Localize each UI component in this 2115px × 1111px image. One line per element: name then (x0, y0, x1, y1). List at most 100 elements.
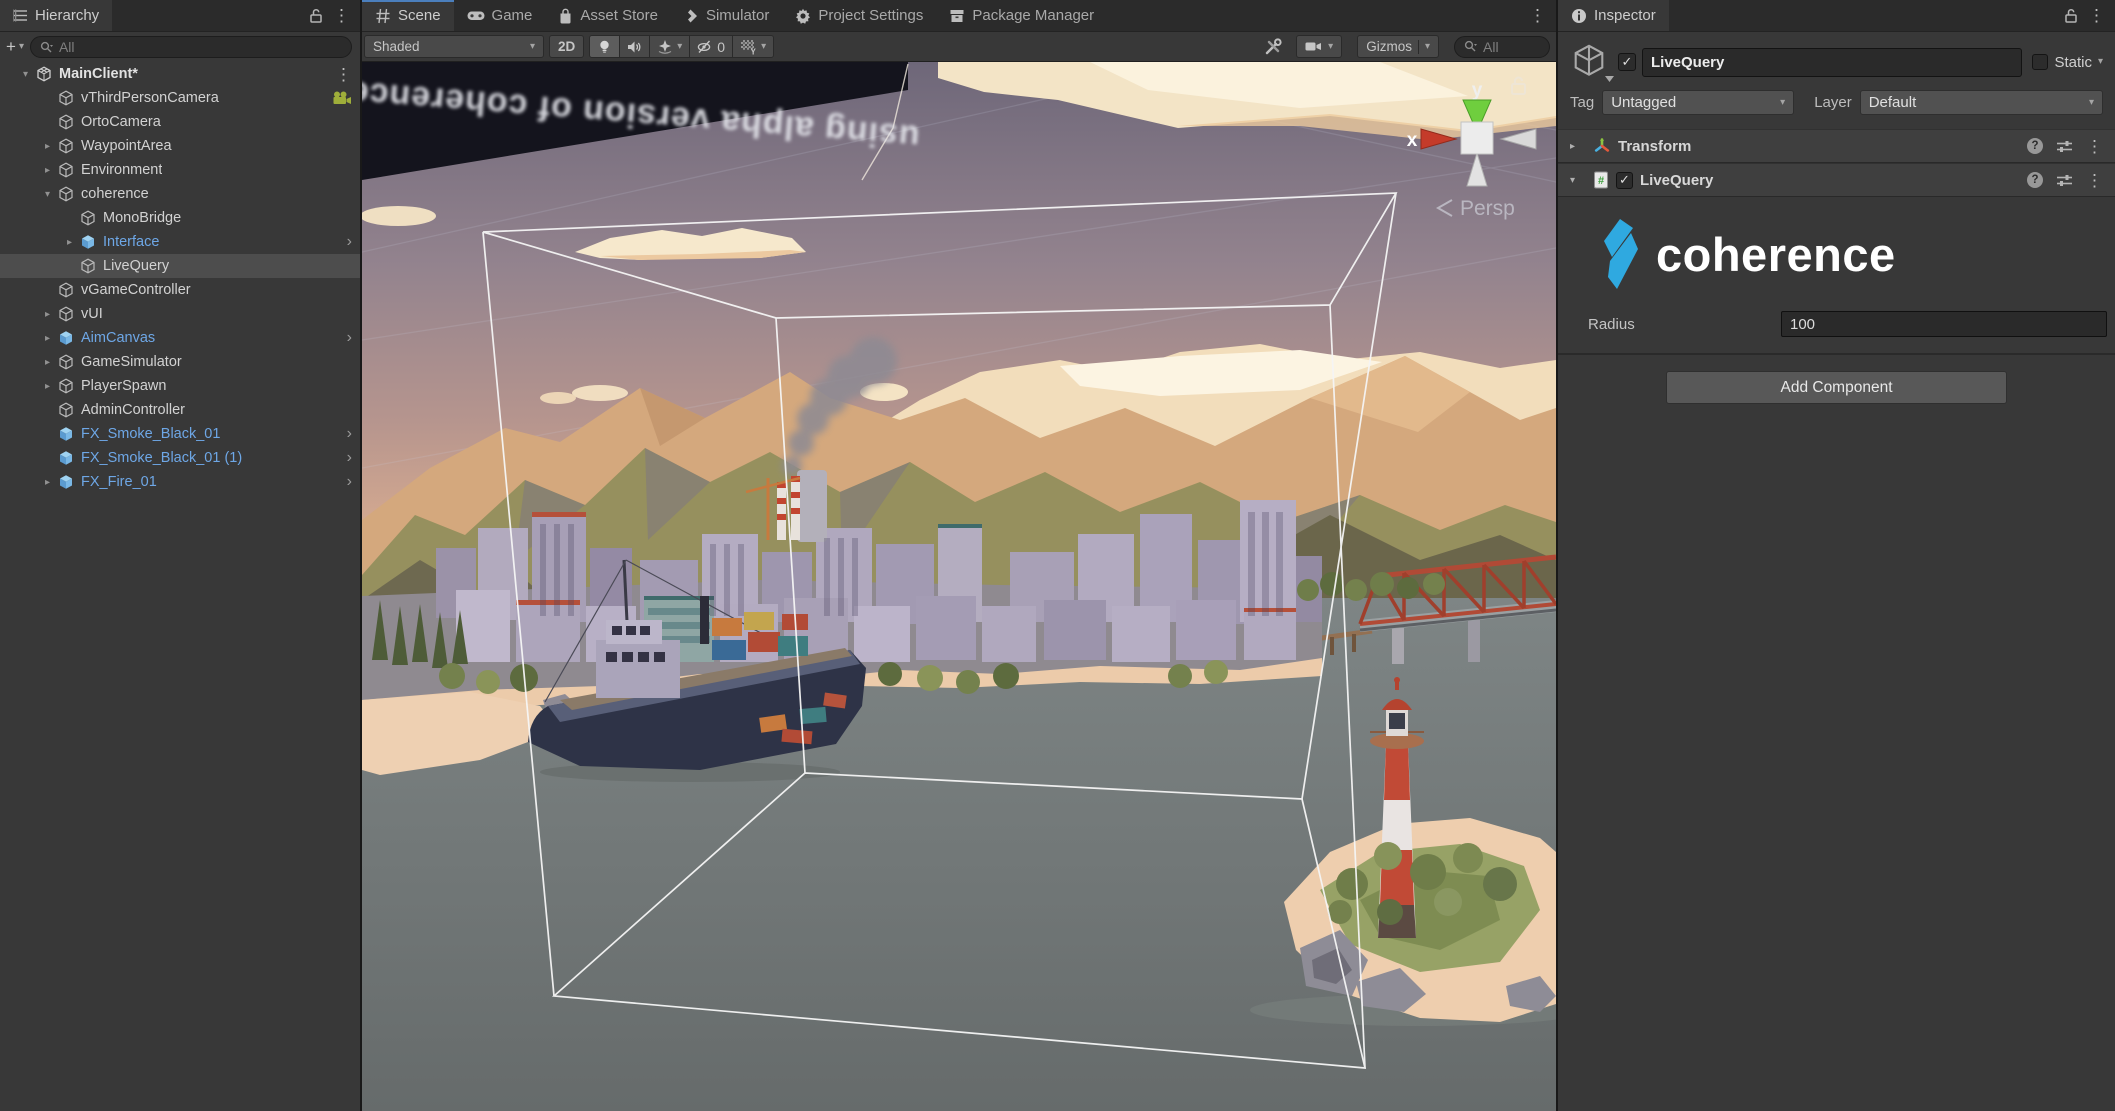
tab-project-settings[interactable]: Project Settings (782, 0, 936, 31)
scene-search-input[interactable]: All (1454, 36, 1550, 58)
component-menu-icon[interactable]: ⋮ (2086, 172, 2103, 189)
tab-label: Scene (398, 7, 441, 24)
radius-field[interactable]: 100 (1781, 311, 2107, 337)
prefab-open-chevron[interactable]: › (347, 449, 352, 467)
hierarchy-item-admincontroller[interactable]: AdminController (0, 398, 360, 422)
2d-toggle-button[interactable]: 2D (549, 35, 584, 58)
item-label: vUI (81, 306, 103, 322)
tab-hierarchy[interactable]: Hierarchy (0, 0, 112, 31)
effects-dropdown[interactable]: ▾ (650, 36, 690, 57)
tab-game[interactable]: Game (454, 0, 546, 31)
scene-viewport[interactable]: y x Persp using (362, 62, 1556, 1111)
hierarchy-item-fx-smoke-black-01[interactable]: FX_Smoke_Black_01› (0, 422, 360, 446)
hierarchy-item-vgamecontroller[interactable]: vGameController (0, 278, 360, 302)
hierarchy-item-fx-fire-01[interactable]: ▸FX_Fire_01› (0, 470, 360, 494)
help-icon[interactable]: ? (2027, 138, 2043, 154)
expander-arrow[interactable]: ▸ (38, 309, 57, 320)
expander-arrow[interactable]: ▾ (1570, 175, 1586, 186)
tab-simulator[interactable]: Simulator (671, 0, 782, 31)
item-label: OrtoCamera (81, 114, 161, 130)
hierarchy-item-monobridge[interactable]: MonoBridge (0, 206, 360, 230)
component-enabled-checkbox[interactable]: ✓ (1616, 172, 1633, 189)
hierarchy-item-mainclient[interactable]: ▾MainClient*⋮ (0, 62, 360, 86)
component-header-livequery[interactable]: ▾#✓LiveQuery?⋮ (1558, 163, 2115, 197)
help-icon[interactable]: ? (2027, 172, 2043, 188)
tab-scene[interactable]: Scene (362, 0, 454, 31)
draw-mode-dropdown[interactable]: Shaded ▾ (364, 35, 544, 58)
create-object-button[interactable]: + ▾ (6, 37, 24, 57)
hierarchy-item-vui[interactable]: ▸ vUI (0, 302, 360, 326)
lock-open-icon[interactable] (2064, 8, 2078, 24)
draw-mode-label: Shaded (373, 39, 420, 54)
hierarchy-item-environment[interactable]: ▸ Environment (0, 158, 360, 182)
hierarchy-menu-icon[interactable]: ⋮ (333, 7, 350, 24)
inspector-menu-icon[interactable]: ⋮ (2088, 7, 2105, 24)
expander-arrow[interactable]: ▸ (60, 237, 79, 248)
scene-area: Scene GameAsset Store Simulator Project Set… (362, 0, 1556, 1111)
hierarchy-toolbar: + ▾ All (0, 32, 360, 62)
tab-label: Project Settings (818, 7, 923, 24)
chevron-down-icon[interactable]: ▾ (2098, 57, 2103, 67)
lighting-toggle[interactable] (590, 36, 620, 57)
scene-camera-dropdown[interactable]: ▾ (1296, 35, 1342, 58)
tab-asset-store[interactable]: Asset Store (545, 0, 671, 31)
expander-arrow[interactable]: ▸ (38, 357, 57, 368)
expander-arrow[interactable]: ▾ (38, 189, 57, 200)
item-label: coherence (81, 186, 149, 202)
presets-icon[interactable] (2056, 173, 2073, 188)
component-menu-icon[interactable]: ⋮ (2086, 138, 2103, 155)
item-label: Environment (81, 162, 162, 178)
hierarchy-search-input[interactable]: All (30, 36, 352, 58)
expander-arrow[interactable]: ▸ (38, 381, 57, 392)
package-icon (949, 8, 965, 23)
hierarchy-item-interface[interactable]: ▸Interface› (0, 230, 360, 254)
tab-label: Simulator (706, 7, 769, 24)
scene-tools-icon[interactable] (1263, 38, 1283, 56)
expander-arrow[interactable]: ▸ (38, 141, 57, 152)
layer-dropdown[interactable]: Default ▾ (1860, 90, 2103, 115)
hierarchy-item-fx-smoke-black-01-1[interactable]: FX_Smoke_Black_01 (1)› (0, 446, 360, 470)
static-checkbox[interactable] (2032, 54, 2048, 70)
hierarchy-item-waypointarea[interactable]: ▸WaypointArea (0, 134, 360, 158)
gameobject-icon[interactable] (1570, 42, 1612, 82)
tab-package-manager[interactable]: Package Manager (936, 0, 1107, 31)
gizmos-label: Gizmos (1366, 39, 1412, 54)
hierarchy-item-livequery[interactable]: LiveQuery (0, 254, 360, 278)
tag-dropdown[interactable]: Untagged ▾ (1602, 90, 1794, 115)
unity-icon (35, 65, 53, 83)
expander-arrow[interactable]: ▾ (16, 69, 35, 80)
hierarchy-item-vthirdpersoncamera[interactable]: vThirdPersonCamera (0, 86, 360, 110)
expander-arrow[interactable]: ▸ (38, 165, 57, 176)
audio-toggle[interactable] (620, 36, 650, 57)
prefab-open-chevron[interactable]: › (347, 233, 352, 251)
scene-visibility-toggle[interactable]: 0 (690, 36, 733, 57)
add-component-button[interactable]: Add Component (1666, 371, 2007, 404)
scene-tabstrip-menu-icon[interactable]: ⋮ (1529, 7, 1546, 24)
hierarchy-item-gamesimulator[interactable]: ▸GameSimulator (0, 350, 360, 374)
expander-arrow[interactable]: ▸ (38, 333, 57, 344)
expander-arrow[interactable]: ▸ (1570, 141, 1586, 152)
prefab-open-chevron[interactable]: › (347, 329, 352, 347)
tab-inspector[interactable]: Inspector (1558, 0, 1669, 31)
name-field[interactable]: LiveQuery (1642, 48, 2022, 77)
item-label: MonoBridge (103, 210, 181, 226)
cube-icon (57, 377, 75, 395)
active-checkbox[interactable]: ✓ (1618, 53, 1636, 71)
hierarchy-item-ortocamera[interactable]: OrtoCamera (0, 110, 360, 134)
hierarchy-item-playerspawn[interactable]: ▸PlayerSpawn (0, 374, 360, 398)
prefab-icon (57, 329, 75, 347)
expander-arrow[interactable]: ▸ (38, 477, 57, 488)
prefab-open-chevron[interactable]: › (347, 425, 352, 443)
presets-icon[interactable] (2056, 139, 2073, 154)
grid-visibility-dropdown[interactable]: Y ▾ (733, 36, 773, 57)
gizmos-dropdown[interactable]: Gizmos ▾ (1357, 35, 1439, 58)
cube-icon (57, 281, 75, 299)
component-header-transform[interactable]: ▸Transform?⋮ (1558, 129, 2115, 163)
hierarchy-item-coherence[interactable]: ▾ coherence (0, 182, 360, 206)
item-menu-icon[interactable]: ⋮ (335, 66, 352, 83)
hierarchy-item-aimcanvas[interactable]: ▸AimCanvas› (0, 326, 360, 350)
chevron-down-icon: ▾ (530, 42, 535, 52)
prefab-open-chevron[interactable]: › (347, 473, 352, 491)
lock-open-icon[interactable] (309, 8, 323, 24)
item-label: LiveQuery (103, 258, 169, 274)
